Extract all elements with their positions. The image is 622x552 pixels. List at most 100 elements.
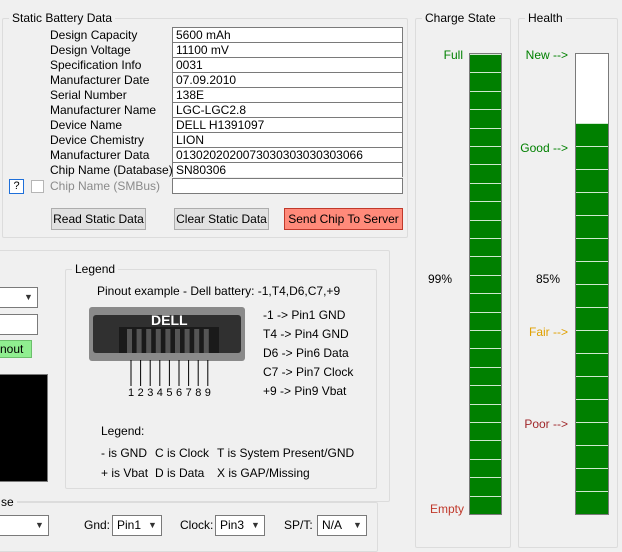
charge-segment [470,403,501,422]
charge-segment [470,385,501,404]
charge-segment [470,495,501,514]
clock-label: Clock: [180,518,214,532]
charge-segment [470,440,501,459]
charge-empty-label: Empty [429,502,464,516]
left-combo[interactable]: ▼ [0,287,38,308]
chevron-down-icon: ▼ [24,292,33,302]
health-bar [575,53,609,515]
legend-clock: C is Clock [155,446,210,460]
pin-number: 4 [156,387,163,399]
health-segment [576,399,608,422]
static-row-value[interactable]: LION [172,132,403,147]
connector-slot [146,329,152,353]
charge-segment [470,54,501,73]
connector-slot [165,329,171,353]
left-input[interactable] [0,314,38,335]
connector-slot [136,329,142,353]
charge-segment [470,293,501,312]
static-row-value[interactable]: 138E [172,87,403,102]
static-row-label: Serial Number [50,88,127,102]
health-segment [576,238,608,261]
legend-title: Legend [72,262,119,276]
charge-segment [470,109,501,128]
bottom-left-combo[interactable]: ▼ [0,515,49,536]
pinout-button[interactable]: nout [0,340,32,358]
clock-select[interactable]: Pin3 ▼ [215,515,265,536]
legend-gnd: - is GND [101,446,147,460]
health-segment [576,215,608,238]
charge-segment [470,182,501,202]
left-console [0,374,48,482]
help-icon[interactable]: ? [9,179,24,194]
legend-vbat: + is Vbat [101,466,149,480]
charge-segment [470,477,501,496]
static-row-value[interactable]: 0031 [172,57,403,72]
health-segment [576,376,608,399]
charge-segment [470,72,501,91]
static-row-label: Manufacturer Date [50,73,150,87]
charge-segment [470,146,501,165]
pin-number: 3 [147,387,154,399]
health-segment [576,445,608,468]
legend-data: D is Data [155,466,205,480]
dell-connector-image: DELL [89,307,245,361]
static-row-value[interactable]: 5600 mAh [172,27,403,42]
static-row-label: Specification Info [50,58,142,72]
read-static-data-button[interactable]: Read Static Data [51,208,146,230]
bottom-group-title: se [0,495,17,509]
legend-heading: Legend: [101,424,145,438]
clear-static-data-button[interactable]: Clear Static Data [174,208,269,230]
static-row-label: Design Voltage [50,43,131,57]
legend-gap: X is GAP/Missing [217,466,310,480]
charge-segment [470,422,501,441]
static-row-label: Device Chemistry [50,133,145,147]
charge-segment [470,127,501,146]
pin-number: 1 [128,387,135,399]
connector-brand: DELL [151,312,188,328]
gnd-select[interactable]: Pin1 ▼ [112,515,162,536]
health-segment [576,261,608,284]
pin-number: 8 [195,387,202,399]
health-poor-label: Poor --> [524,417,568,431]
charge-segment [470,90,501,110]
chevron-down-icon: ▼ [148,520,157,530]
static-row-value[interactable]: 0130202020073030303030303066 [172,147,403,162]
chevron-down-icon: ▼ [353,520,362,530]
charge-segment [470,348,501,367]
chip-smbus-checkbox[interactable] [31,180,44,193]
charge-segment [470,366,501,386]
health-segment [576,192,608,215]
health-segment [576,169,608,192]
charge-segment [470,164,501,183]
send-chip-to-server-button[interactable]: Send Chip To Server [284,208,403,230]
charge-full-label: Full [443,48,463,62]
chevron-down-icon: ▼ [251,520,260,530]
health-good-label: Good --> [520,141,568,155]
health-segment [576,123,608,146]
legend-system-present: T is System Present/GND [217,446,355,460]
pin-number: 5 [166,387,173,399]
charge-segment [470,274,501,294]
pin-number: 9 [204,387,211,399]
health-percent: 85% [536,272,561,286]
health-segment [576,284,608,307]
charge-segment [470,201,501,220]
static-row-label: Manufacturer Name [50,103,157,117]
pin-map-line: C7 -> Pin7 Clock [263,365,354,379]
connector-slot [155,329,161,353]
pin-map-line: -1 -> Pin1 GND [263,308,346,322]
pinout-button-label: nout [0,342,24,356]
static-row-value[interactable]: DELL H1391097 [172,117,403,132]
chip-smbus-field[interactable] [172,178,403,194]
static-row-value[interactable]: LGC-LGC2.8 [172,102,403,117]
connector-slot [127,329,132,353]
static-row-value[interactable]: 11100 mV [172,42,403,57]
static-row-value[interactable]: 07.09.2010 [172,72,403,87]
static-row-value[interactable]: SN80306 [172,162,403,177]
static-row-label: Device Name [50,118,123,132]
spt-label: SP/T: [284,518,313,532]
connector-slot [203,329,209,353]
health-segment [576,146,608,169]
health-fair-label: Fair --> [529,325,568,339]
spt-select[interactable]: N/A ▼ [317,515,367,536]
